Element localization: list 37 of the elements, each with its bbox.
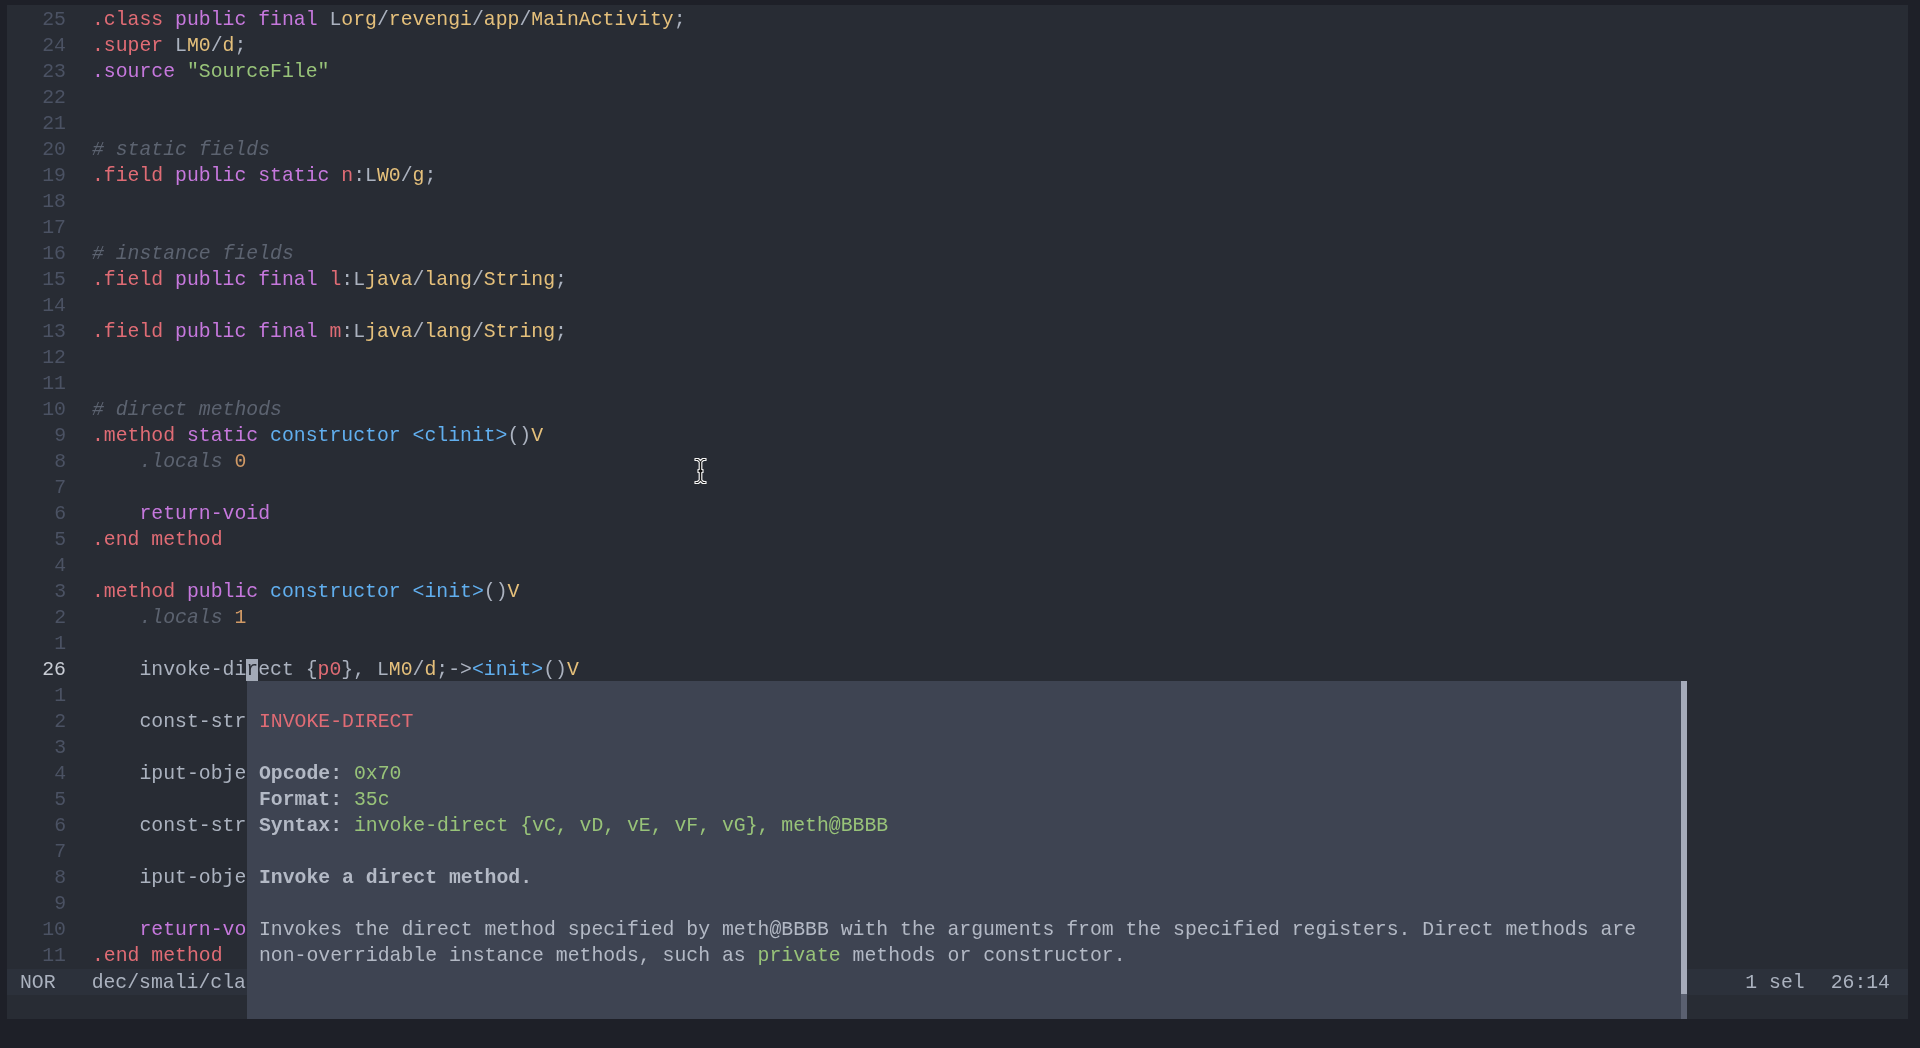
description-text: Invokes the direct method specified by meth@BBBB with the arguments from the specified registers. Direct methods are non-overridable instance methods, such as private methods or constructor. (259, 918, 1637, 969)
code-line: .source "SourceFile" (92, 60, 330, 85)
line-number: 26 (42, 658, 66, 683)
code-line: invoke-direct {p0}, LM0/d;-><init>()V (139, 658, 579, 683)
code-line: .field public final m:Ljava/lang/String; (92, 320, 567, 345)
code-line: .locals 1 (139, 606, 247, 631)
code-line: # instance fields (92, 242, 294, 267)
code-line: # direct methods (92, 398, 282, 423)
field-value: 35c (353, 788, 390, 813)
code-line: # static fields (92, 138, 271, 163)
field-value: invoke-direct {vC, vD, vE, vF, vG}, meth@BBBB (353, 814, 889, 839)
summary-text: Invoke a direct method. (259, 866, 533, 891)
field-label: Format: (259, 788, 343, 813)
code-line: .super LM0/d; (92, 34, 247, 59)
code-line: return-void (139, 502, 271, 527)
code-line: iput-obje (139, 866, 247, 891)
code-line: iput-obje (139, 762, 247, 787)
code-line: .end method (92, 944, 223, 969)
code-line: .class public final Lorg/revengi/app/MainActivity; (92, 8, 686, 33)
mode-indicator: NOR (20, 971, 56, 996)
cursor-position: 26:14 (1830, 971, 1890, 996)
selection-count: 1 sel (1745, 971, 1805, 996)
field-label: Syntax: (259, 814, 343, 839)
field-value: 0x70 (353, 762, 402, 787)
code-line: .field public final l:Ljava/lang/String; (92, 268, 567, 293)
field-label: Opcode: (259, 762, 343, 787)
code-line: .locals 0 (139, 450, 247, 475)
i-beam-pointer-icon (694, 457, 707, 485)
code-line: .method static constructor <clinit>()V (92, 424, 544, 449)
code-line: const-str (139, 814, 247, 839)
file-path: dec/smali/cla (91, 971, 246, 996)
code-line: return-vo (139, 918, 247, 943)
code-line: const-str (139, 710, 247, 735)
code-line: .method public constructor <init>()V (92, 580, 520, 605)
popup-title: INVOKE-DIRECT (259, 710, 414, 735)
code-line: .field public static n:LW0/g; (92, 164, 437, 189)
code-line: .end method (92, 528, 223, 553)
